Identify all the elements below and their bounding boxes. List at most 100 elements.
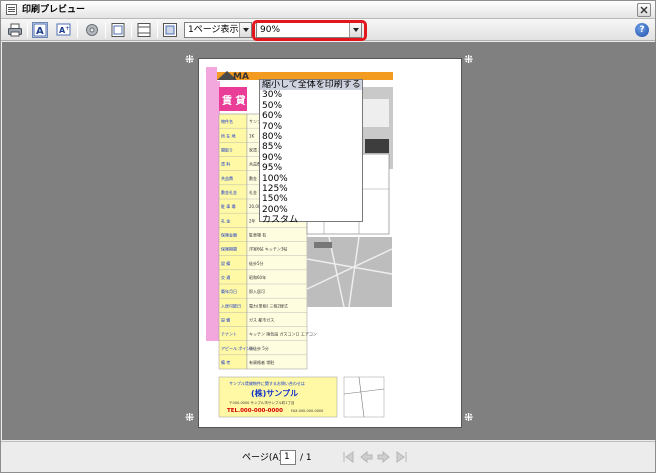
gear-icon	[86, 24, 98, 36]
zoom-option[interactable]: 125%	[260, 184, 362, 194]
table-row-value: 1K	[249, 133, 255, 138]
toolbar-separator	[105, 22, 106, 38]
page-view-value: 1ページ表示	[188, 25, 239, 35]
svg-text:A: A	[36, 26, 44, 37]
table-row-value: ガス 都市ガス	[249, 317, 274, 323]
table-row-value: 昭和60年	[249, 274, 266, 280]
table-row-label: 備 考	[221, 359, 230, 365]
table-row-label: 設 備	[221, 317, 230, 323]
font-a-small-icon: A +	[56, 23, 71, 36]
preview-canvas: ⁜ ⁜ ⁜ ⁜ MA 賃 貸 物件名 サンプル所 在 地 1K 間取り 家賃 賃…	[2, 42, 656, 440]
table-row-value: 2年	[249, 217, 256, 223]
footer-tel: TEL.000-000-0000	[227, 408, 283, 414]
footer-map	[343, 376, 385, 418]
table-row-value: 洋室6帖 キッチン3帖	[249, 246, 287, 252]
table-row-label: 共益費	[221, 175, 233, 181]
print-button[interactable]	[7, 22, 23, 38]
close-button[interactable]	[637, 3, 651, 17]
table-row-label: 所 在 地	[221, 132, 236, 138]
header-brand: MA	[233, 72, 249, 82]
font-a-icon: A	[33, 23, 47, 37]
print-preview-window: 印刷プレビュー A A + 1ページ表示 90% ? ⁜ ⁜ ⁜ ⁜ MA 賃 …	[0, 0, 656, 473]
area-map	[306, 236, 393, 308]
table-row-value: 駐車場 有	[249, 232, 266, 238]
window-title: 印刷プレビュー	[22, 5, 86, 15]
footer-fax: FAX.000-000-0000	[291, 409, 323, 413]
table-row-label: 間取り	[221, 147, 233, 153]
table-row-value: キッチン 換気扇 ガスコンロ エアコン	[249, 331, 317, 337]
table-row-value: 徒歩5分	[249, 260, 264, 266]
table-row-label: 敷金礼金	[221, 189, 237, 195]
toolbar-separator	[77, 22, 78, 38]
chevron-down-icon[interactable]	[239, 23, 251, 37]
question-icon: ?	[639, 25, 645, 35]
zoom-option[interactable]: 200%	[260, 205, 362, 215]
help-button[interactable]: ?	[635, 23, 649, 37]
table-row-label: 賃 料	[221, 161, 230, 167]
zoom-option[interactable]: 90%	[260, 153, 362, 163]
footer-address: 〒000-0000 サンプル市サンプル町1丁目	[229, 400, 294, 405]
document-icon	[6, 4, 17, 15]
zoom-option[interactable]: 70%	[260, 122, 362, 132]
table-row-label: 駐 車 場	[221, 203, 236, 209]
printer-icon	[8, 23, 22, 37]
first-page-button[interactable]	[341, 450, 355, 464]
table-row-label: テナント	[221, 331, 237, 337]
table-row-value: 電力(単相) 三相2線式	[249, 302, 288, 308]
zoom-option[interactable]: 60%	[260, 111, 362, 121]
next-page-button[interactable]	[377, 450, 391, 464]
table-row-value: 即入居可	[249, 289, 265, 294]
page-setup-button[interactable]	[110, 22, 126, 38]
table-row-value: 有資格者 常駐	[249, 359, 274, 365]
settings-button[interactable]	[84, 22, 100, 38]
table-row-label: 交 通	[221, 274, 230, 280]
zoom-option[interactable]: 80%	[260, 132, 362, 142]
font-large-button[interactable]: A	[32, 22, 48, 38]
table-row-label: 保険金額	[221, 232, 237, 238]
arrow-left-icon	[360, 450, 373, 464]
toolbar-separator	[157, 22, 158, 38]
margin-marker-icon[interactable]: ⁜	[464, 412, 473, 423]
table-row-label: 設 備	[221, 260, 230, 266]
total-pages: / 1	[300, 453, 312, 463]
page-layout-icon	[111, 23, 125, 37]
zoom-option[interactable]: 100%	[260, 174, 362, 184]
table-row-label: 保険期間	[221, 246, 237, 252]
zoom-dropdown-list: 縮小して全体を印刷する 30% 50% 60% 70% 80% 85% 90% 95% 100% 1…	[259, 79, 363, 225]
zoom-option[interactable]: 縮小して全体を印刷する	[260, 80, 362, 91]
footer-company: (株)サンプル	[251, 388, 298, 398]
table-row-value: 駅徒歩 5分	[249, 345, 269, 351]
header-footer-icon	[137, 23, 151, 37]
table-row-label: 築年月日	[221, 288, 237, 294]
margin-marker-icon[interactable]: ⁜	[185, 54, 194, 65]
zoom-option[interactable]: 95%	[260, 163, 362, 173]
title-bar: 印刷プレビュー	[1, 1, 655, 19]
full-page-button[interactable]	[162, 22, 178, 38]
last-page-button[interactable]	[395, 450, 409, 464]
close-icon	[640, 6, 648, 14]
zoom-option[interactable]: 50%	[260, 101, 362, 111]
footer-note: サンプル賃貸物件に関するお問い合わせは	[229, 380, 305, 386]
margins-button[interactable]	[136, 22, 152, 38]
zoom-option[interactable]: 150%	[260, 194, 362, 204]
zoom-highlight-ring	[252, 20, 367, 41]
toolbar-separator	[131, 22, 132, 38]
font-small-button[interactable]: A +	[56, 22, 72, 38]
page-label: ページ(A)	[242, 453, 282, 463]
arrow-right-icon	[377, 450, 390, 464]
fit-page-icon	[163, 23, 177, 37]
table-row-label: 礼 金	[221, 217, 230, 223]
zoom-option[interactable]: 85%	[260, 142, 362, 152]
toolbar-separator	[27, 22, 28, 38]
prev-page-button[interactable]	[359, 450, 373, 464]
zoom-option[interactable]: カスタム	[260, 215, 362, 225]
page-number-input[interactable]: 1	[280, 450, 296, 465]
margin-marker-icon[interactable]: ⁜	[464, 54, 473, 65]
table-row-label: 入居可能日	[221, 302, 241, 308]
zoom-option[interactable]: 30%	[260, 90, 362, 100]
last-page-icon	[396, 451, 407, 463]
page-view-select[interactable]: 1ページ表示	[184, 22, 252, 38]
table-row-label: 物件名	[221, 118, 233, 124]
svg-text:+: +	[65, 25, 70, 32]
margin-marker-icon[interactable]: ⁜	[185, 412, 194, 423]
